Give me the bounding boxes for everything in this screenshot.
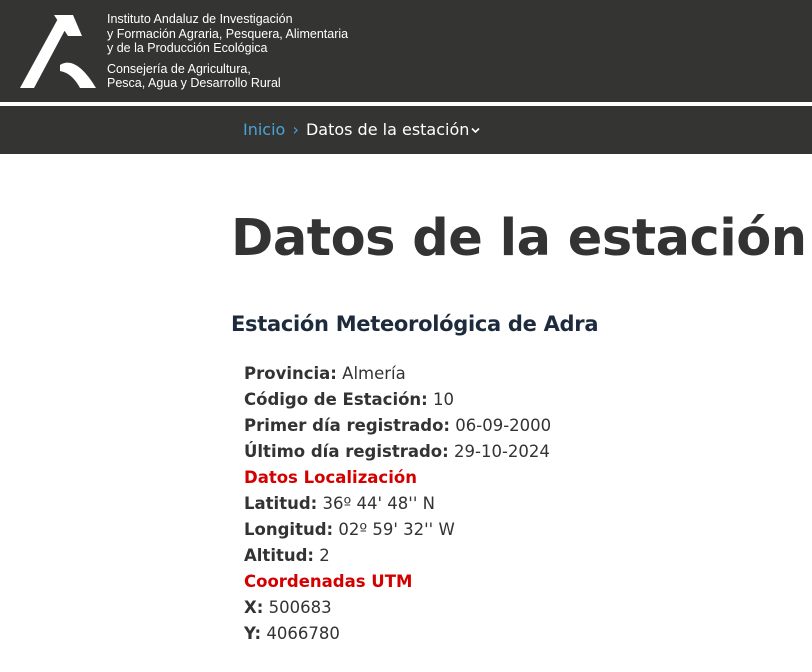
institution-name[interactable]: Instituto Andaluz de Investigación y For… [107,12,348,91]
detail-row-utm-x: X: 500683 [244,595,551,621]
breadcrumb-current-label: Datos de la estación [305,120,470,139]
detail-label: Altitud: [244,546,315,565]
detail-row-altitud: Altitud: 2 [244,543,551,569]
detail-value: 2 [319,546,330,565]
breadcrumb-current-dropdown[interactable]: Datos de la estación [306,120,480,139]
page-title: Datos de la estación [231,209,807,268]
detail-label: Código de Estación: [244,390,428,409]
detail-label: X: [244,598,264,617]
detail-value: 02º 59' 32'' W [338,520,455,539]
detail-value: 500683 [268,598,332,617]
detail-value: 06-09-2000 [455,416,552,435]
consejeria-line: Pesca, Agua y Desarrollo Rural [107,76,281,90]
detail-row-longitud: Longitud: 02º 59' 32'' W [244,517,551,543]
detail-row-provincia: Provincia: Almería [244,361,551,387]
detail-value: 29-10-2024 [454,442,550,461]
section-heading-utm: Coordenadas UTM [244,572,413,591]
consejeria-line: Consejería de Agricultura, [107,61,251,76]
detail-label: Provincia: [244,364,337,383]
junta-andalucia-logo-icon[interactable] [20,15,96,88]
detail-label: Longitud: [244,520,334,539]
detail-value: 10 [433,390,455,409]
detail-row-codigo: Código de Estación: 10 [244,387,551,413]
chevron-down-icon [471,127,480,134]
detail-label: Latitud: [244,494,318,513]
detail-row-latitud: Latitud: 36º 44' 48'' N [244,491,551,517]
detail-value: 36º 44' 48'' N [322,494,435,513]
breadcrumb-separator: › [292,120,299,139]
detail-row-utm-y: Y: 4066780 [244,621,551,647]
detail-value: Almería [342,364,406,383]
detail-value: 4066780 [266,624,340,643]
detail-label: Último día registrado: [244,442,449,461]
detail-row-primer-dia: Primer día registrado: 06-09-2000 [244,413,551,439]
institute-line: Instituto Andaluz de Investigación [107,12,293,26]
institute-line: y Formación Agraria, Pesquera, Alimentar… [107,26,349,41]
breadcrumb-home-link[interactable]: Inicio [243,120,285,139]
station-name: Estación Meteorológica de Adra [231,312,599,336]
breadcrumb: Inicio › Datos de la estación [243,119,480,141]
station-details: Provincia: Almería Código de Estación: 1… [244,361,551,647]
detail-row-ultimo-dia: Último día registrado: 29-10-2024 [244,439,551,465]
institute-line: y de la Producción Ecológica [107,41,268,55]
detail-label: Y: [244,624,262,643]
section-heading-localizacion: Datos Localización [244,468,417,487]
detail-label: Primer día registrado: [244,416,451,435]
